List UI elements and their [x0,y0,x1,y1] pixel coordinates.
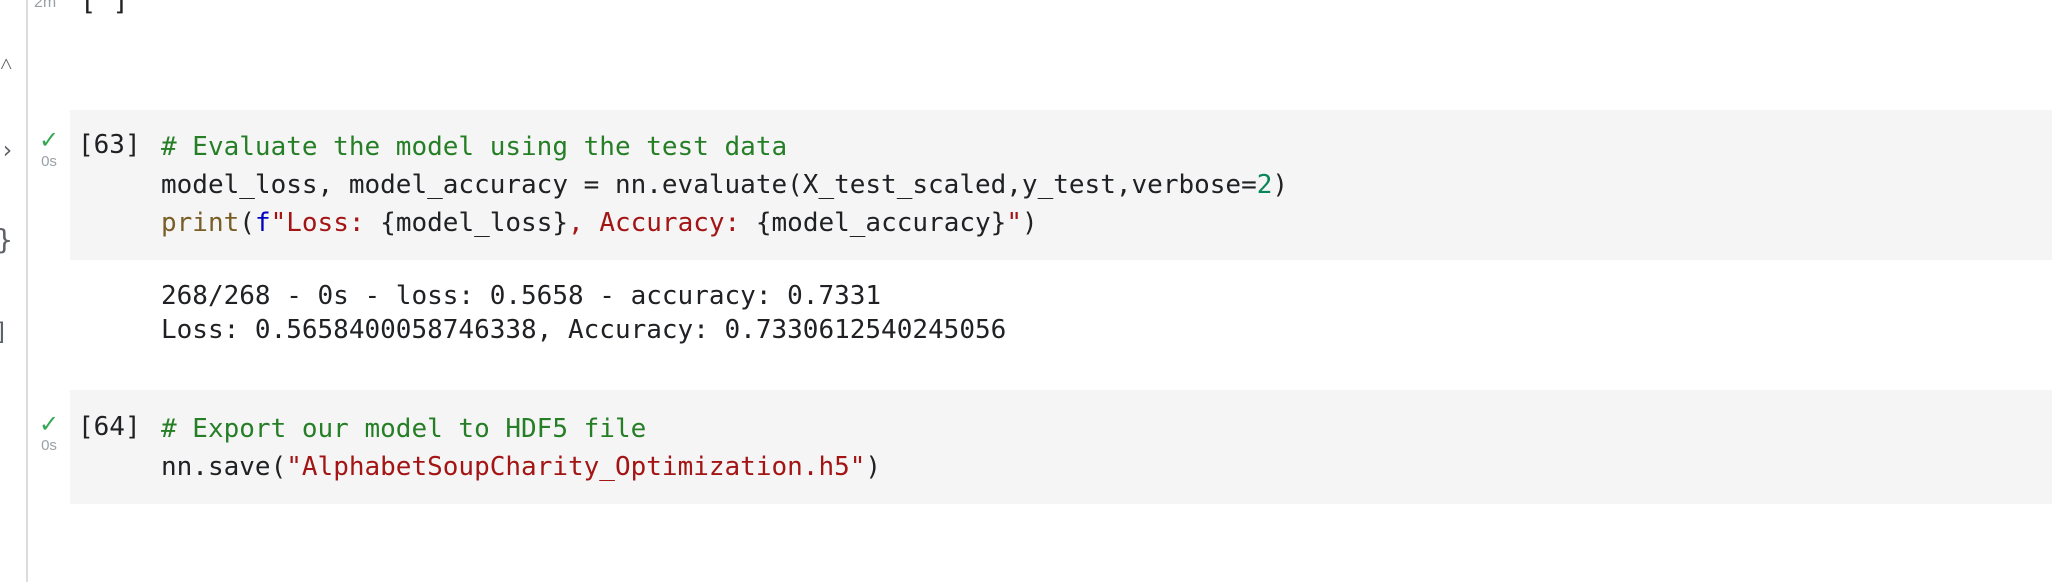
gutter-divider [26,0,28,582]
code-string: "Loss: [270,208,381,238]
code-comment: # Export our model to HDF5 file [161,414,647,444]
run-status-64[interactable]: ✓ 0s [34,412,64,456]
code-interpolation: {model_loss} [380,208,569,238]
execution-count: [63] [78,130,141,160]
output-line-2: Loss: 0.5658400058746338, Accuracy: 0.73… [161,315,1007,345]
code-paren: ) [1021,208,1038,238]
code-text: nn.save( [161,452,287,482]
code-interpolation: {model_accuracy} [755,208,1007,238]
code-line-3[interactable]: print(f"Loss: {model_loss}, Accuracy: {m… [161,207,1038,239]
code-string: , Accuracy: [568,208,756,238]
run-status-63[interactable]: ✓ 0s [34,128,64,172]
code-paren: ) [865,452,882,482]
execution-count: [64] [78,412,141,442]
run-duration: 0s [41,437,57,454]
code-comment: # Evaluate the model using the test data [161,132,788,162]
previous-cell-stub: [ ] [80,0,129,17]
code-text: model_loss, model_accuracy = nn.evaluate… [161,170,1257,200]
previous-cell-duration: 2m [34,0,57,11]
code-function: print [161,208,240,238]
brace-icon[interactable]: } [0,226,13,254]
code-cell-64[interactable] [70,390,2052,504]
code-string: " [1006,208,1022,238]
notebook-page: ˄ › } ] 2m [ ] ✓ 0s [63] # Evaluate the … [0,0,2052,582]
code-number: 2 [1256,170,1273,200]
bracket-icon[interactable]: ] [0,320,8,344]
run-duration: 0s [41,153,57,170]
code-line-1[interactable]: # Evaluate the model using the test data [161,131,787,163]
code-line-2[interactable]: model_loss, model_accuracy = nn.evaluate… [161,169,1288,201]
code-string: "AlphabetSoupCharity_Optimization.h5" [286,452,866,482]
collapse-arrow-icon[interactable]: ˄ [0,54,12,76]
code-paren: ( [239,208,255,238]
code-line-1[interactable]: # Export our model to HDF5 file [161,413,646,445]
code-fstring-prefix: f [254,208,271,238]
expand-arrow-icon[interactable]: › [0,138,14,162]
code-line-2[interactable]: nn.save("AlphabetSoupCharity_Optimizatio… [161,451,881,483]
code-paren: ) [1272,170,1289,200]
checkmark-icon: ✓ [38,410,60,438]
output-line-1: 268/268 - 0s - loss: 0.5658 - accuracy: … [161,281,882,311]
checkmark-icon: ✓ [38,126,60,154]
